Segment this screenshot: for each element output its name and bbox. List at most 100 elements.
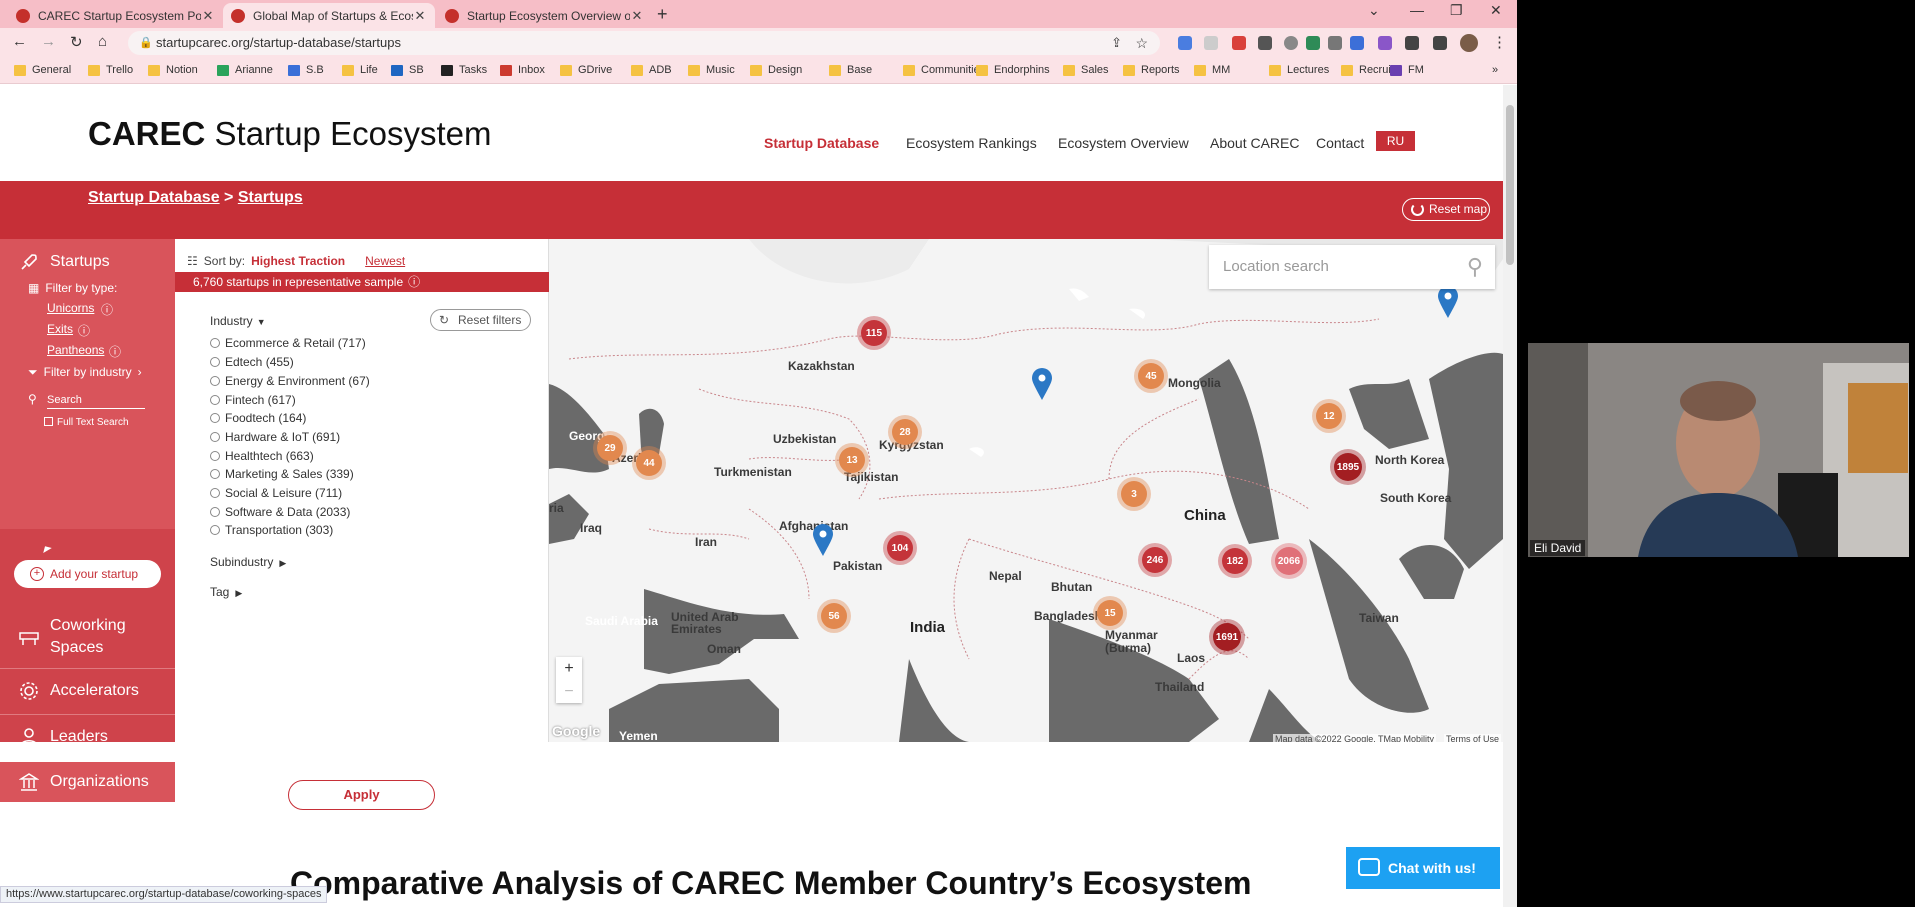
bookmark-star-icon[interactable]: ☆ xyxy=(1135,31,1148,55)
map-cluster[interactable]: 15 xyxy=(1097,600,1123,626)
breadcrumb-startups[interactable]: Startups xyxy=(238,189,303,206)
radio-button[interactable] xyxy=(210,357,220,367)
extension-icon[interactable] xyxy=(1328,36,1342,50)
bookmark-item[interactable]: S.B xyxy=(288,64,324,76)
sort-newest[interactable]: Newest xyxy=(365,254,405,268)
bookmark-item[interactable]: Inbox xyxy=(500,64,545,76)
reset-map-button[interactable]: Reset map xyxy=(1402,198,1490,221)
extension-icon[interactable] xyxy=(1178,36,1192,50)
map-cluster[interactable]: 12 xyxy=(1316,403,1342,429)
subindustry-toggle[interactable]: Subindustry ▶ xyxy=(210,555,286,569)
bookmark-item[interactable]: Arianne xyxy=(217,64,273,76)
reload-icon[interactable]: ↻ xyxy=(70,33,83,51)
map-cluster[interactable]: 3 xyxy=(1121,481,1147,507)
radio-button[interactable] xyxy=(210,395,220,405)
industry-option[interactable]: Software & Data (2033) xyxy=(210,505,350,519)
nav-contact[interactable]: Contact xyxy=(1316,135,1364,151)
bookmark-item[interactable]: Notion xyxy=(148,64,198,76)
map-cluster[interactable]: 1691 xyxy=(1213,623,1241,651)
tab-carec-portal[interactable]: CAREC Startup Ecosystem Portal ✕ xyxy=(8,3,223,28)
nav-ecosystem-overview[interactable]: Ecosystem Overview xyxy=(1058,135,1189,151)
map-cluster[interactable]: 29 xyxy=(597,435,623,461)
filter-unicorns-link[interactable]: Unicorns xyxy=(47,301,94,315)
startup-map[interactable]: Kazakhstan Mongolia Georgia Azerb Uzbeki… xyxy=(549,239,1503,742)
industry-option[interactable]: Hardware & IoT (691) xyxy=(210,430,340,444)
map-cluster[interactable]: 115 xyxy=(861,320,887,346)
extension-icon[interactable] xyxy=(1350,36,1364,50)
chat-button[interactable]: Chat with us! xyxy=(1346,847,1500,889)
radio-button[interactable] xyxy=(210,525,220,535)
map-pin-icon[interactable] xyxy=(1031,367,1053,401)
zoom-in-button[interactable]: + xyxy=(556,657,582,680)
nav-ecosystem-rankings[interactable]: Ecosystem Rankings xyxy=(906,135,1037,151)
filter-pantheons-link[interactable]: Pantheons xyxy=(47,343,104,357)
map-cluster[interactable]: 44 xyxy=(636,450,662,476)
add-startup-button[interactable]: + Add your startup xyxy=(14,560,161,588)
full-text-search-checkbox[interactable]: Full Text Search xyxy=(44,417,129,428)
bookmark-item[interactable]: Lectures xyxy=(1269,64,1329,76)
puzzle-icon[interactable] xyxy=(1405,36,1419,50)
home-icon[interactable]: ⌂ xyxy=(98,33,107,50)
industry-option[interactable]: Marketing & Sales (339) xyxy=(210,467,354,481)
bookmark-item[interactable]: Trello xyxy=(88,64,133,76)
bookmark-item[interactable]: Endorphins xyxy=(976,64,1050,76)
forward-icon[interactable]: → xyxy=(41,33,56,50)
search-icon[interactable]: ⚲ xyxy=(1467,245,1483,289)
sidebar-item-leaders[interactable]: Leaders xyxy=(0,717,175,757)
industry-dropdown[interactable]: Industry ▼ xyxy=(210,314,266,328)
extension-icon[interactable] xyxy=(1378,36,1392,50)
radio-button[interactable] xyxy=(210,432,220,442)
extension-icon[interactable] xyxy=(1232,36,1246,50)
sidebar-item-organizations[interactable]: Organizations xyxy=(0,762,175,802)
info-icon[interactable]: ⓘ xyxy=(408,275,420,289)
bookmark-item[interactable]: GDrive xyxy=(560,64,612,76)
radio-button[interactable] xyxy=(210,507,220,517)
bookmark-item[interactable]: General xyxy=(14,64,71,76)
sidebar-item-coworking[interactable]: Coworking Spaces xyxy=(0,613,175,661)
minimize-icon[interactable]: — xyxy=(1410,2,1424,18)
map-pin-icon[interactable] xyxy=(812,523,834,557)
radio-button[interactable] xyxy=(210,338,220,348)
industry-option[interactable]: Fintech (617) xyxy=(210,393,296,407)
bookmark-item[interactable]: FM xyxy=(1390,64,1424,76)
map-pin-icon[interactable] xyxy=(1437,285,1459,319)
info-icon[interactable]: ⓘ xyxy=(101,301,113,318)
tab-search-icon[interactable]: ⌄ xyxy=(1368,2,1380,19)
bookmark-item[interactable]: Reports xyxy=(1123,64,1180,76)
map-cluster[interactable]: 56 xyxy=(821,603,847,629)
bookmark-item[interactable]: SB xyxy=(391,64,424,76)
apply-button[interactable]: Apply xyxy=(288,780,435,810)
tag-toggle[interactable]: Tag ▶ xyxy=(210,585,242,599)
nav-about-carec[interactable]: About CAREC xyxy=(1210,135,1299,151)
language-button[interactable]: RU xyxy=(1376,131,1415,151)
bookmark-item[interactable]: Communities xyxy=(903,64,985,76)
bookmark-item[interactable]: Recruit xyxy=(1341,64,1394,76)
sidebar-item-startups[interactable]: Startups xyxy=(0,249,175,275)
map-cluster[interactable]: 45 xyxy=(1138,363,1164,389)
map-cluster[interactable]: 28 xyxy=(892,419,918,445)
page-scrollbar[interactable] xyxy=(1503,85,1517,907)
radio-button[interactable] xyxy=(210,469,220,479)
industry-option[interactable]: Healthtech (663) xyxy=(210,449,314,463)
address-bar[interactable]: 🔒 startupcarec.org/startup-database/star… xyxy=(128,31,1160,55)
restore-icon[interactable]: ❐ xyxy=(1450,2,1463,19)
map-cluster[interactable]: 104 xyxy=(887,535,913,561)
tab-ecosystem-overview[interactable]: Startup Ecosystem Overview of K ✕ xyxy=(437,3,652,28)
extension-icon[interactable] xyxy=(1284,36,1298,50)
location-search-input[interactable]: Location search ⚲ xyxy=(1209,245,1495,289)
bookmark-item[interactable]: Life xyxy=(342,64,378,76)
reset-filters-button[interactable]: ↻ Reset filters xyxy=(430,309,531,331)
filter-exits-link[interactable]: Exits xyxy=(47,322,73,336)
industry-option[interactable]: Transportation (303) xyxy=(210,523,333,537)
map-cluster[interactable]: 13 xyxy=(839,447,865,473)
industry-option[interactable]: Foodtech (164) xyxy=(210,411,306,425)
nav-startup-database[interactable]: Startup Database xyxy=(764,135,879,151)
close-icon[interactable]: ✕ xyxy=(630,8,644,24)
sidebar-item-accelerators[interactable]: Accelerators xyxy=(0,671,175,711)
sort-highest-traction[interactable]: Highest Traction xyxy=(251,254,345,268)
close-window-icon[interactable]: ✕ xyxy=(1490,2,1502,19)
map-cluster[interactable]: 182 xyxy=(1222,548,1248,574)
info-icon[interactable]: ⓘ xyxy=(109,343,121,360)
extension-icon[interactable] xyxy=(1204,36,1218,50)
terms-of-use-link[interactable]: Terms of Use xyxy=(1444,734,1502,742)
